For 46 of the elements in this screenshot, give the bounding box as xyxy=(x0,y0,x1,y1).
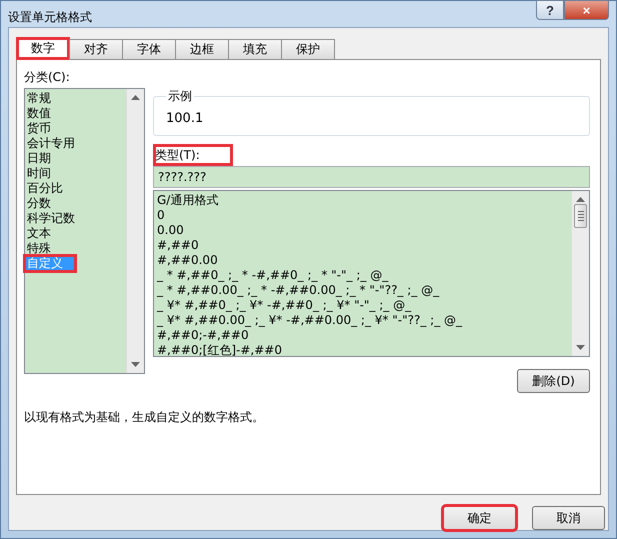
category-item[interactable]: 分数 xyxy=(25,196,126,211)
scroll-up-icon[interactable] xyxy=(131,95,140,100)
tab[interactable]: 数字 xyxy=(16,37,70,60)
category-item[interactable]: 数值 xyxy=(25,106,126,121)
format-item[interactable]: #,##0.00 xyxy=(154,253,571,268)
category-item[interactable]: 会计专用 xyxy=(25,136,126,151)
format-item[interactable]: G/通用格式 xyxy=(154,193,571,208)
format-item[interactable]: 0.00 xyxy=(154,223,571,238)
category-item[interactable]: 特殊 xyxy=(25,241,126,256)
format-item[interactable]: #,##0 xyxy=(154,238,571,253)
format-item[interactable]: #,##0;[红色]-#,##0 xyxy=(154,343,571,358)
category-item[interactable]: 常规 xyxy=(25,91,126,106)
description-text: 以现有格式为基础，生成自定义的数字格式。 xyxy=(24,409,265,426)
tab[interactable]: 保护 xyxy=(281,39,335,60)
format-item[interactable]: _ ¥* #,##0.00_ ;_ ¥* -#,##0.00_ ;_ ¥* "-"??_ ;_ @_ xyxy=(154,313,571,328)
format-item[interactable]: _ * #,##0_ ;_ * -#,##0_ ;_ * "-"_ ;_ @_ xyxy=(154,268,571,283)
tab[interactable]: 对齐 xyxy=(69,39,123,60)
window-title: 设置单元格格式 xyxy=(8,9,92,26)
category-item[interactable]: 日期 xyxy=(25,151,126,166)
category-item[interactable]: 货币 xyxy=(25,121,126,136)
category-label: 分类(C): xyxy=(24,70,71,85)
help-button[interactable]: ? xyxy=(536,0,564,20)
format-item[interactable]: #,##0;-#,##0 xyxy=(154,328,571,343)
tab[interactable]: 填充 xyxy=(228,39,282,60)
format-item[interactable]: _ ¥* #,##0_ ;_ ¥* -#,##0_ ;_ ¥* "-"_ ;_ @_ xyxy=(154,298,571,313)
tab[interactable]: 字体 xyxy=(122,39,176,60)
category-item[interactable]: 文本 xyxy=(25,226,126,241)
scrollbar[interactable] xyxy=(126,89,144,373)
type-label: 类型(T): xyxy=(153,144,233,166)
category-item[interactable]: 百分比 xyxy=(25,181,126,196)
scroll-down-icon[interactable] xyxy=(131,362,140,367)
scroll-thumb[interactable] xyxy=(574,204,587,228)
format-item[interactable]: _ * #,##0.00_ ;_ * -#,##0.00_ ;_ * "-"??_ ;_ @_ xyxy=(154,283,571,298)
scrollbar[interactable] xyxy=(571,191,589,356)
sample-label: 示例 xyxy=(167,88,193,105)
type-input[interactable]: ????.??? xyxy=(153,166,590,188)
category-item[interactable]: 科学记数 xyxy=(25,211,126,226)
format-item[interactable]: 0 xyxy=(154,208,571,223)
scroll-down-icon[interactable] xyxy=(576,345,585,350)
cancel-button[interactable]: 取消 xyxy=(532,506,605,530)
delete-button[interactable]: 删除(D) xyxy=(517,369,590,393)
ok-button[interactable]: 确定 xyxy=(443,506,516,530)
sample-value: 100.1 xyxy=(166,111,204,126)
scroll-up-icon[interactable] xyxy=(576,197,585,202)
category-item[interactable]: 时间 xyxy=(25,166,126,181)
tab[interactable]: 边框 xyxy=(175,39,229,60)
